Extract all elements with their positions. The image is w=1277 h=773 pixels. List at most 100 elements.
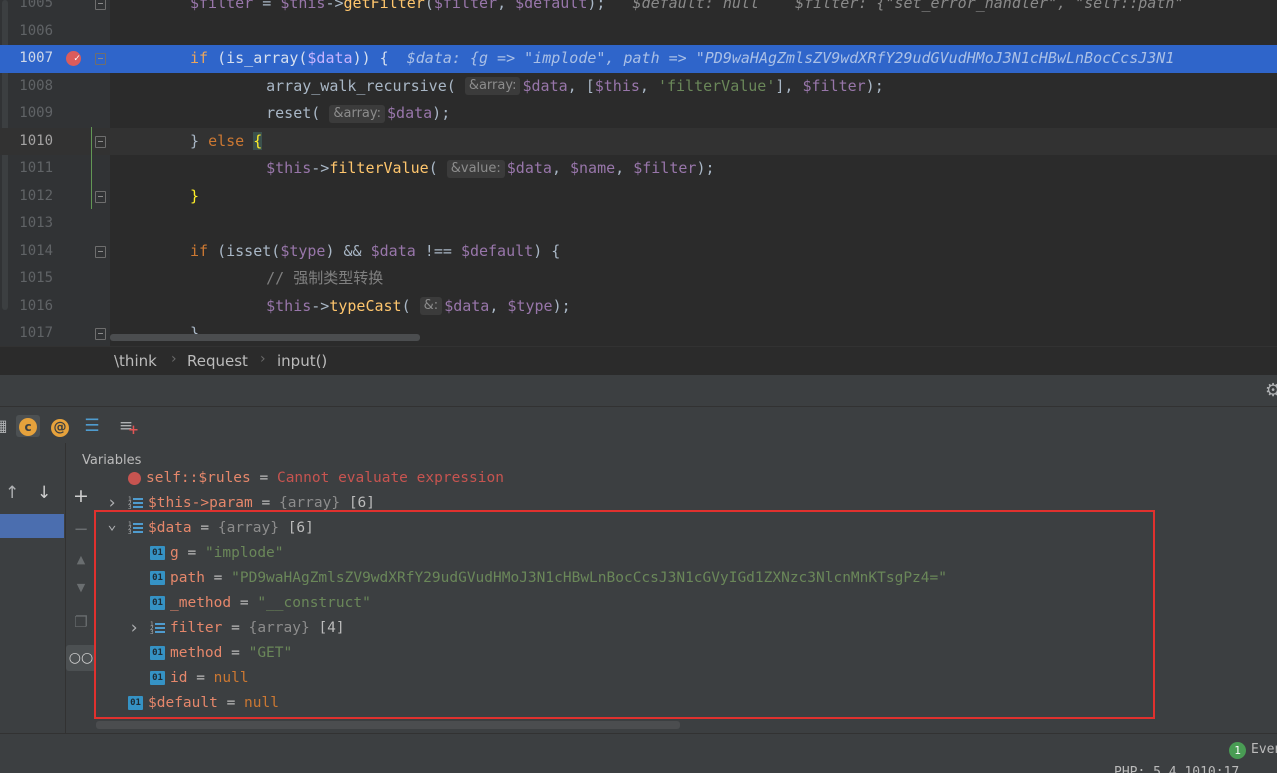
fold-icon[interactable] [95, 328, 106, 340]
fold-icon[interactable] [95, 0, 106, 10]
code-token: = [253, 0, 281, 12]
code-line[interactable]: 1012} [0, 183, 1277, 211]
code-line[interactable]: 1008 array_walk_recursive( &array: $data,… [0, 73, 1277, 101]
code-line[interactable]: 1014 if (isset($type) && $data !== $defau… [0, 238, 1277, 266]
code-line[interactable]: 1013 [0, 210, 1277, 238]
glasses-icon[interactable]: ○○ [66, 645, 96, 671]
code-token: -> [311, 159, 330, 177]
variables-horizontal-scrollbar[interactable] [96, 721, 680, 729]
variable-row[interactable]: 01 method = "GET" [96, 641, 1277, 666]
code-token: -> [325, 0, 344, 12]
variable-row[interactable]: 01 path = "PD9waHAgZmlsZV9wdXRfY29udGVudH… [96, 566, 1277, 591]
chevron-right-icon[interactable]: › [128, 616, 140, 641]
selected-frame[interactable] [0, 514, 64, 538]
variable-row[interactable]: self::$rules = Cannot evaluate expressio… [96, 471, 1277, 491]
event-log-badge[interactable]: 1 [1229, 742, 1246, 759]
line-number[interactable]: 1014 [10, 238, 53, 266]
code-token: ); [696, 159, 715, 177]
editor-horizontal-scrollbar[interactable] [110, 334, 420, 341]
code-line[interactable]: 1009 reset( &array: $data); [0, 100, 1277, 128]
variable-row[interactable]: 01 $default = null [96, 691, 1277, 716]
line-number[interactable]: 1010 [10, 128, 53, 156]
code-editor[interactable]: 1005 $filter = $this->getFilter($filter, … [0, 0, 1277, 346]
breadcrumb-separator-icon: › [171, 351, 177, 367]
line-number[interactable]: 1011 [10, 155, 53, 183]
code-line[interactable]: 1017} [0, 320, 1277, 346]
breakpoint-icon[interactable] [66, 45, 81, 73]
code-token: $data [370, 241, 416, 260]
variable-row[interactable]: 01 g = "implode" [96, 541, 1277, 566]
code-token: ( [428, 159, 447, 177]
parameter-hint: &array: [329, 104, 386, 123]
parameter-hint: &: [419, 297, 443, 315]
variable-content: 01 $default = null [128, 691, 279, 716]
code-line[interactable]: 1010 } else { [0, 127, 1277, 156]
fold-icon[interactable] [95, 245, 106, 258]
annotations-toggle-icon[interactable]: @ [48, 415, 72, 437]
variable-row[interactable]: 01 id = null [96, 666, 1277, 691]
line-number[interactable]: 1005 [10, 0, 53, 18]
arrow-down-icon[interactable]: ↓ [37, 483, 51, 503]
code-line[interactable]: 1007 if (is_array($data)) { $data: {g => … [0, 45, 1277, 73]
fold-icon[interactable] [95, 53, 106, 65]
line-number[interactable]: 1017 [10, 320, 53, 346]
add-watch-icon[interactable]: + [73, 485, 89, 507]
breadcrumb-namespace[interactable]: \think [114, 352, 157, 370]
code-token: ); [552, 296, 571, 315]
code-line[interactable]: 1011 $this->filterValue( &value: $data, $… [0, 155, 1277, 183]
variable-name: id [170, 670, 188, 686]
code-token: ) && [325, 241, 371, 260]
equals-sign: = [231, 595, 258, 611]
variable-row[interactable]: 01 _method = "__construct" [96, 591, 1277, 616]
line-number[interactable]: 1009 [10, 100, 53, 128]
variable-row[interactable]: › 1 2 3 filter = {array} [4] [96, 616, 1277, 641]
code-line[interactable]: 1006 [0, 18, 1277, 46]
variable-row[interactable]: ⌄ 1 2 3 $data = {array} [6] [96, 515, 1277, 541]
breadcrumb-method[interactable]: input() [277, 352, 327, 370]
sort-list-icon[interactable]: ☰ [80, 415, 104, 437]
line-number[interactable]: 1016 [10, 293, 53, 321]
code-token: ( [446, 76, 465, 95]
code-line[interactable]: 1015 // 强制类型转换 [0, 265, 1277, 293]
line-number[interactable]: 1006 [10, 18, 53, 46]
chevron-down-icon[interactable]: ⌄ [106, 512, 118, 537]
code-token: ); [587, 0, 606, 12]
code-text: $filter = $this->getFilter($filter, $def… [190, 0, 1183, 18]
event-log-label[interactable]: Even [1251, 742, 1277, 757]
line-number[interactable]: 1008 [10, 73, 53, 101]
move-down-icon[interactable]: ▼ [73, 581, 89, 594]
parameter-hint: &value: [446, 159, 505, 178]
code-text: reset( &array: $data); [230, 100, 450, 128]
code-token: ( [217, 241, 227, 260]
code-token: is_array [226, 49, 299, 67]
code-line[interactable]: 1005 $filter = $this->getFilter($filter, … [0, 0, 1277, 18]
arrow-up-icon[interactable]: ↑ [5, 483, 19, 503]
breadcrumb: \think › Request › input() [0, 346, 1277, 375]
add-to-watches-icon[interactable]: ≡ [114, 415, 139, 442]
class-constants-toggle-icon[interactable]: c [16, 415, 40, 437]
remove-watch-icon[interactable]: − [73, 519, 89, 540]
variables-side-toolbar: + − ▲ ▼ ❐ ○○ [66, 477, 96, 737]
line-number[interactable]: 1012 [10, 183, 53, 211]
variable-row[interactable]: › 1 2 3 $this->param = {array} [6] [96, 491, 1277, 516]
caret-position[interactable]: PHP: 5.4 1010:17 [1114, 765, 1239, 773]
code-token: getFilter [343, 0, 425, 12]
fold-icon[interactable] [95, 190, 106, 203]
copy-icon[interactable]: ❐ [73, 613, 89, 631]
line-number[interactable]: 1015 [10, 265, 53, 293]
code-token: , [497, 0, 516, 12]
line-number[interactable]: 1007 [10, 45, 53, 73]
code-text: } else { [190, 128, 263, 156]
parameter-hint: &array: [464, 77, 521, 95]
breadcrumb-class[interactable]: Request [187, 352, 248, 370]
gear-icon[interactable]: ⚙ [1265, 380, 1277, 401]
variables-tree[interactable]: self::$rules = Cannot evaluate expressio… [96, 471, 1277, 729]
code-line[interactable]: 1016 $this->typeCast( &: $data, $type); [0, 293, 1277, 321]
status-bar: 1 Even PHP: 5.4 1010:17 [0, 733, 1277, 773]
code-token: ); [865, 76, 884, 95]
fold-icon[interactable] [95, 135, 106, 148]
code-token: reset [230, 104, 312, 122]
line-number[interactable]: 1013 [10, 210, 53, 238]
frames-icon[interactable]: ▦ [0, 415, 12, 437]
move-up-icon[interactable]: ▲ [73, 553, 89, 566]
